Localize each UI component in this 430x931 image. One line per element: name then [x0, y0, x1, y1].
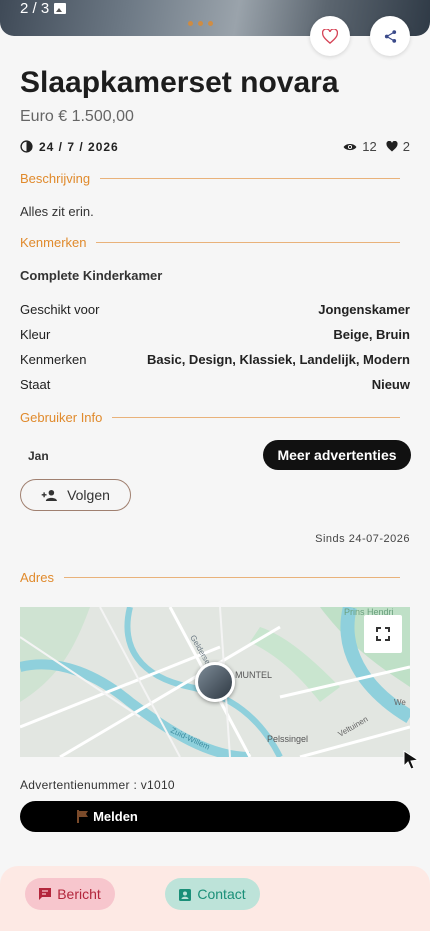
share-icon [384, 29, 396, 43]
section-user-info-header: Gebruiker Info [20, 410, 400, 425]
image-icon [54, 3, 67, 14]
divider [63, 577, 400, 578]
section-description-header: Beschrijving [20, 171, 400, 186]
more-ads-button[interactable]: Meer advertenties [263, 440, 411, 470]
map-view[interactable]: Geldersedam Prins Hendri MUNTEL Zuid-Wil… [20, 607, 410, 757]
like-count: 2 [402, 139, 410, 154]
divider [100, 178, 400, 179]
listing-title: Slaapkamerset novara [20, 66, 339, 99]
gallery-dot[interactable] [208, 21, 213, 26]
map-label: Pelssingel [267, 734, 308, 744]
mouse-cursor-icon [403, 750, 420, 770]
bottom-action-bar: Bericht Contact [0, 866, 430, 931]
user-name[interactable]: Jan [28, 449, 49, 463]
gallery-dot[interactable] [188, 21, 193, 26]
add-person-icon [41, 489, 58, 501]
section-features-header: Kenmerken [20, 235, 400, 250]
gallery-dot[interactable] [198, 21, 203, 26]
share-button[interactable] [370, 16, 410, 56]
divider [96, 242, 400, 243]
heart-icon [322, 28, 338, 44]
spec-value: Basic, Design, Klassiek, Landelijk, Mode… [147, 352, 410, 367]
map-label: MUNTEL [235, 670, 272, 680]
location-marker[interactable] [195, 662, 235, 702]
meta-row: 24 / 7 / 2026 12 2 [20, 139, 410, 154]
message-button[interactable]: Bericht [25, 878, 115, 910]
favorite-button[interactable] [310, 16, 350, 56]
spec-value: Beige, Bruin [333, 327, 410, 342]
spec-value: Nieuw [371, 377, 410, 392]
heart-filled-icon [386, 141, 398, 152]
spec-row: Geschikt voor Jongenskamer [20, 302, 410, 317]
fullscreen-button[interactable] [364, 615, 402, 653]
listing-price: Euro € 1.500,00 [20, 108, 134, 125]
spec-label: Staat [20, 377, 51, 392]
contact-card-icon [179, 888, 192, 901]
image-counter: 2 / 3 [20, 0, 67, 17]
features-title: Complete Kinderkamer [20, 268, 163, 283]
map-label: We [394, 698, 406, 707]
spec-row: Staat Nieuw [20, 377, 410, 392]
gallery-dots [188, 21, 213, 26]
follow-button[interactable]: Volgen [20, 479, 131, 511]
expand-icon [376, 627, 390, 641]
eye-icon [343, 143, 357, 150]
divider [112, 417, 400, 418]
spec-value: Jongenskamer [318, 302, 410, 317]
listing-date: 24 / 7 / 2026 [39, 139, 119, 154]
member-since: Sinds 24-07-2026 [315, 533, 410, 545]
image-gallery[interactable]: 2 / 3 [0, 0, 430, 36]
spec-label: Geschikt voor [20, 302, 100, 317]
ad-number: Advertentienummer : v1010 [20, 778, 175, 792]
spec-row: Kleur Beige, Bruin [20, 327, 410, 342]
report-button[interactable]: Melden [20, 801, 410, 832]
contact-button[interactable]: Contact [165, 878, 260, 910]
description-text: Alles zit erin. [20, 204, 94, 219]
flag-icon [77, 810, 89, 823]
clock-icon [20, 140, 33, 153]
view-count: 12 [362, 139, 377, 154]
spec-row: Kenmerken Basic, Design, Klassiek, Lande… [20, 352, 410, 367]
section-address-header: Adres [20, 570, 400, 585]
spec-label: Kenmerken [20, 352, 87, 367]
spec-label: Kleur [20, 327, 51, 342]
chat-icon [39, 888, 52, 900]
